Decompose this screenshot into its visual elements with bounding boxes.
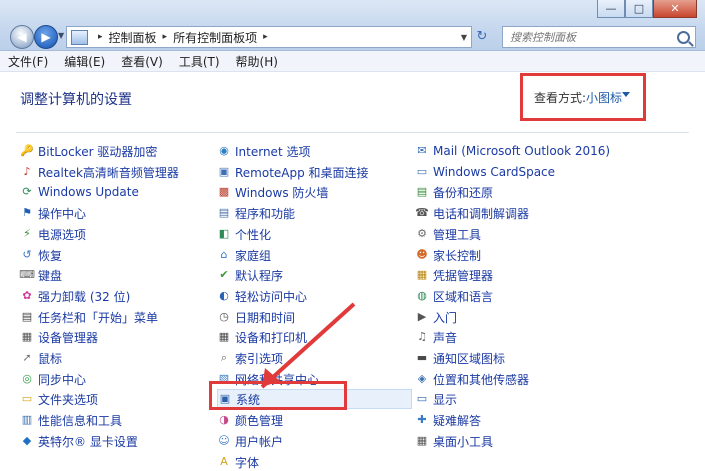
refresh-button[interactable]: ↻	[472, 26, 492, 46]
address-dropdown-icon[interactable]: ▼	[461, 33, 467, 42]
recent-pages-chevron-icon[interactable]: ▼	[58, 31, 64, 40]
content-area: 调整计算机的设置 查看方式: 小图标 🔑 BitLocker 驱动器加密 ♪ Real…	[0, 72, 705, 470]
menu-file[interactable]: 文件(F)	[0, 53, 56, 70]
breadcrumb-all-items[interactable]: 所有控制面板项	[173, 29, 257, 46]
breadcrumb-separator[interactable]: ▸	[98, 32, 103, 42]
window-chrome: — □ ✕ ◀ ▶ ▼ ▸ 控制面板 ▸ 所有控制面板项 ▸ ▼ ↻	[0, 0, 705, 51]
address-bar[interactable]: ▸ 控制面板 ▸ 所有控制面板项 ▸ ▼	[66, 26, 472, 48]
close-button[interactable]: ✕	[653, 0, 697, 18]
back-button[interactable]: ◀	[10, 25, 34, 49]
minimize-button[interactable]: —	[597, 0, 625, 18]
search-input[interactable]	[508, 29, 672, 45]
breadcrumb-control-panel[interactable]: 控制面板	[109, 29, 157, 46]
search-icon[interactable]	[677, 30, 690, 44]
menu-bar: 文件(F) 编辑(E) 查看(V) 工具(T) 帮助(H)	[0, 51, 705, 72]
window-controls: — □ ✕	[597, 0, 697, 18]
breadcrumb-separator[interactable]: ▸	[263, 32, 268, 42]
menu-view[interactable]: 查看(V)	[113, 53, 171, 70]
menu-help[interactable]: 帮助(H)	[228, 53, 286, 70]
search-box[interactable]	[502, 26, 696, 48]
control-panel-icon	[71, 29, 88, 45]
maximize-button[interactable]: □	[625, 0, 653, 18]
menu-tools[interactable]: 工具(T)	[171, 53, 228, 70]
forward-button[interactable]: ▶	[34, 25, 58, 49]
menu-edit[interactable]: 编辑(E)	[56, 53, 113, 70]
breadcrumb-separator[interactable]: ▸	[163, 32, 168, 42]
red-arrow-annotation	[260, 302, 356, 389]
